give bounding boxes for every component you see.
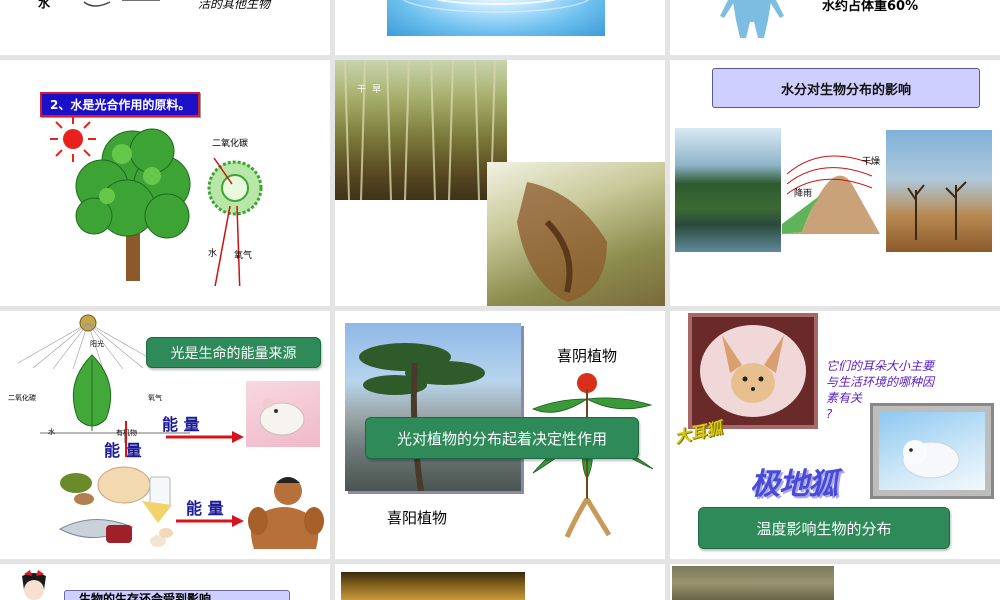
arctic-fox-frame [870, 403, 994, 499]
co2-label: 二氧化碳 [212, 139, 249, 149]
hamster-image [246, 381, 320, 447]
leaf-icon [72, 354, 112, 431]
slide-3[interactable]: 水约占体重60% [670, 0, 1000, 55]
slide-6[interactable]: 水分对生物分布的影响 干燥 降雨 [670, 60, 1000, 306]
arctic-fox-label: 极地狐 [750, 467, 838, 502]
ear-question-line-3: 素有关 [826, 391, 863, 405]
water-label: 水 [48, 428, 55, 436]
fennec-fox-frame [688, 313, 818, 429]
slide-8[interactable]: 喜阴植物 光对植物的分布起着决定性作用 喜阳植物 [335, 311, 665, 559]
girl-cartoon-icon [22, 570, 46, 600]
shade-plant-label: 喜阴植物 [557, 347, 618, 365]
slide-5[interactable]: 干旱 [335, 60, 665, 306]
rain-label: 降雨 [794, 189, 813, 199]
energy-divider [125, 421, 127, 457]
sunlight-label: 阳光 [90, 340, 104, 348]
slide-1[interactable]: 水 活的其他生物 [0, 0, 330, 55]
partial-banner-text: 生物的生存还会受到影响 [79, 592, 212, 600]
partial-banner: 生物的生存还会受到影响 [64, 590, 290, 600]
slide-1-label: 水 [38, 0, 51, 10]
fennec-fox-label: 大耳狐 [672, 418, 724, 447]
ear-question-line-4: ? [826, 407, 833, 421]
human-body-image [720, 0, 784, 38]
food-image [54, 461, 178, 555]
corn-ear-image [487, 162, 665, 306]
light-determines-distribution-button[interactable]: 光对植物的分布起着决定性作用 [365, 417, 639, 459]
oxygen-label: 氧气 [234, 251, 253, 261]
slide-10[interactable]: 生物的生存还会受到影响 [0, 564, 330, 600]
energy-label-2: 能 量 [104, 441, 142, 460]
slide-7[interactable]: 阳光 二氧化碳 氧气 水 有机物 光是生命的能量来源 能 量 能 量 能 量 [0, 311, 330, 559]
drought-caption: 干旱 [357, 85, 388, 95]
co2-label: 二氧化碳 [8, 394, 36, 402]
energy-arrow-1 [166, 431, 244, 443]
slide-1-text: 活的其他生物 [198, 0, 271, 11]
water-drop-image [387, 0, 605, 36]
water-label: 水 [208, 249, 218, 259]
energy-arrow-2 [176, 515, 244, 527]
temperature-distribution-button[interactable]: 温度影响生物的分布 [698, 507, 950, 549]
forest-lake-image [675, 128, 781, 252]
slide-12[interactable] [670, 564, 1000, 600]
oxygen-label: 氧气 [148, 394, 162, 402]
dry-label: 干燥 [862, 157, 881, 167]
ear-question-line-1: 它们的耳朵大小主要 [826, 359, 935, 373]
slide-11[interactable] [335, 564, 665, 600]
water-distribution-title: 水分对生物分布的影响 [712, 68, 980, 108]
slide-4[interactable]: 2、水是光合作用的原料。 二氧化碳 水 氧气 [0, 60, 330, 306]
slide-1-arrow-icon [83, 0, 160, 7]
pine-cliff-image [345, 323, 521, 492]
sun-plant-label: 喜阳植物 [387, 509, 448, 527]
light-energy-source-button[interactable]: 光是生命的能量来源 [146, 337, 321, 368]
slide-2[interactable] [335, 0, 665, 55]
ear-question-line-2: 与生活环境的哪种因 [826, 375, 935, 389]
desert-image [886, 130, 992, 252]
slide-3-text: 水约占体重60% [822, 0, 919, 14]
savanna-image [672, 566, 834, 600]
muscleman-image [248, 477, 324, 549]
drought-field-image [335, 60, 507, 201]
slide-9[interactable]: 它们的耳朵大小主要 与生活环境的哪种因 素有关 ? 大耳狐 极地狐 温度影响生物… [670, 311, 1000, 559]
forest-autumn-image [341, 572, 525, 600]
